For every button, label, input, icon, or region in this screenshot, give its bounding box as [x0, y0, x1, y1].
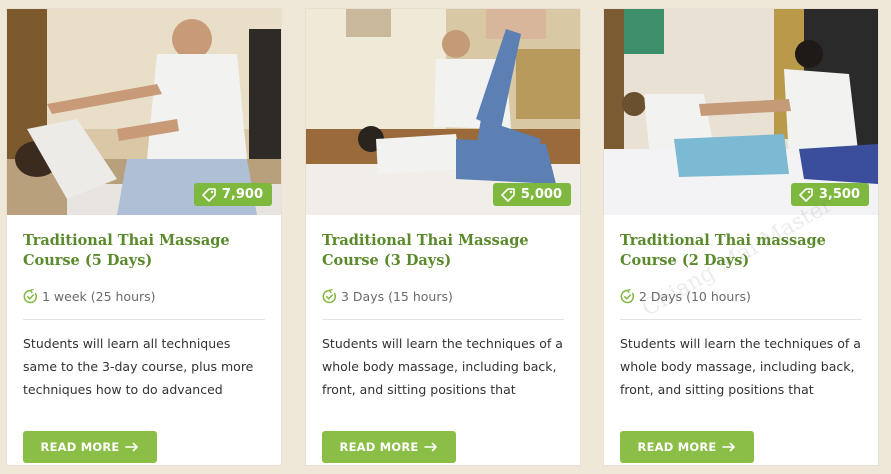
duration-text: 1 week (25 hours) [42, 288, 156, 304]
course-description: Students will learn the techniques of a … [620, 336, 861, 397]
course-card-5-days: 7,900 Traditional Thai Massage Course (5… [7, 9, 281, 465]
clock-check-icon [23, 288, 37, 303]
read-more-label: READ MORE [40, 440, 120, 454]
course-duration: 1 week (25 hours) [23, 286, 265, 306]
price-value: 7,900 [221, 187, 263, 202]
price-badge: 3,500 [790, 183, 869, 206]
read-more-button[interactable]: READ MORE [620, 431, 754, 463]
course-card-3-days: 5,000 Traditional Thai Massage Course (3… [306, 9, 580, 465]
price-tag-icon [202, 187, 216, 202]
read-more-button[interactable]: READ MORE [322, 431, 456, 463]
clock-check-icon [620, 288, 634, 303]
read-more-button[interactable]: READ MORE [23, 431, 157, 463]
price-tag-icon [501, 187, 515, 202]
divider [322, 319, 564, 320]
price-tag-icon [799, 187, 813, 202]
divider [23, 319, 265, 320]
duration-text: 2 Days (10 hours) [639, 288, 751, 304]
course-title[interactable]: Traditional Thai massage Course (2 Days) [620, 231, 862, 271]
course-title[interactable]: Traditional Thai Massage Course (5 Days) [23, 231, 265, 271]
read-more-label: READ MORE [339, 440, 419, 454]
arrow-right-icon [424, 442, 438, 452]
course-photo[interactable]: 7,900 [7, 9, 281, 215]
divider [620, 319, 862, 320]
duration-text: 3 Days (15 hours) [341, 288, 453, 304]
read-more-label: READ MORE [637, 440, 717, 454]
course-card-2-days: 3,500 Traditional Thai massage Course (2… [604, 9, 878, 465]
course-duration: 3 Days (15 hours) [322, 286, 564, 306]
course-grid: 7,900 Traditional Thai Massage Course (5… [0, 0, 891, 474]
course-photo[interactable]: 5,000 [306, 9, 580, 215]
price-badge: 7,900 [193, 183, 272, 206]
price-value: 5,000 [520, 187, 562, 202]
clock-check-icon [322, 288, 336, 303]
arrow-right-icon [722, 442, 736, 452]
course-title[interactable]: Traditional Thai Massage Course (3 Days) [322, 231, 564, 271]
arrow-right-icon [125, 442, 139, 452]
price-badge: 5,000 [492, 183, 571, 206]
course-description: Students will learn the techniques of a … [322, 336, 563, 397]
course-description: Students will learn all techniques same … [23, 336, 254, 397]
course-duration: 2 Days (10 hours) [620, 286, 862, 306]
price-value: 3,500 [818, 187, 860, 202]
course-photo[interactable]: 3,500 [604, 9, 878, 215]
